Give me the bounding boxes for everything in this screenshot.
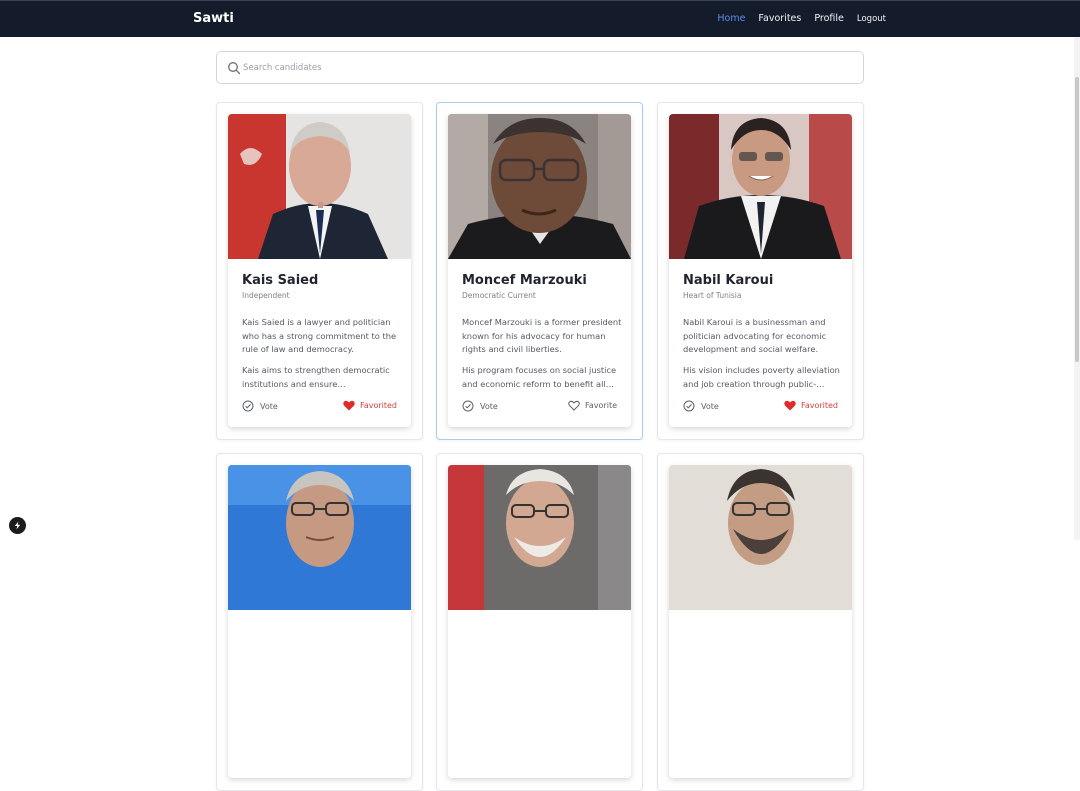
favorite-button[interactable]: Favorite xyxy=(568,400,617,411)
candidate-card[interactable]: Moncef Marzouki Democratic Current Monce… xyxy=(436,102,643,440)
candidate-photo xyxy=(228,114,411,259)
vote-button[interactable]: Vote xyxy=(242,400,278,412)
candidate-card-body xyxy=(448,465,631,778)
vote-button[interactable]: Vote xyxy=(683,400,719,412)
candidate-card-body: Kais Saied Independent Kais Saied is a l… xyxy=(228,114,411,427)
favorite-label: Favorited xyxy=(359,401,397,410)
candidate-photo xyxy=(669,465,852,610)
candidate-card[interactable] xyxy=(657,453,864,791)
candidate-card[interactable] xyxy=(216,453,423,791)
check-circle-icon xyxy=(242,400,254,412)
favorite-label: Favorited xyxy=(800,401,838,410)
check-circle-icon xyxy=(462,400,474,412)
candidate-card[interactable] xyxy=(436,453,643,791)
candidate-photo xyxy=(448,114,631,259)
candidate-card-body xyxy=(228,465,411,778)
scrollbar-thumb[interactable] xyxy=(1075,77,1079,362)
candidate-name: Nabil Karoui xyxy=(683,273,774,288)
search-input[interactable] xyxy=(243,58,843,78)
favorite-button[interactable]: Favorited xyxy=(784,400,838,411)
nav-home-link[interactable]: Home xyxy=(717,13,745,24)
candidate-description: Kais Saied is a lawyer and politician wh… xyxy=(242,317,397,354)
candidate-photo xyxy=(448,465,631,610)
vote-label: Vote xyxy=(480,401,498,411)
page-scrollbar[interactable] xyxy=(1074,37,1080,540)
heart-outline-icon xyxy=(568,400,580,411)
lightning-icon xyxy=(14,521,21,530)
devtools-badge[interactable] xyxy=(9,517,26,534)
heart-filled-icon xyxy=(343,400,355,411)
check-circle-icon xyxy=(683,400,695,412)
vote-button[interactable]: Vote xyxy=(462,400,498,412)
candidate-card-body xyxy=(669,465,852,778)
candidate-program: His vision includes poverty alleviation … xyxy=(683,365,840,389)
candidate-card[interactable]: Nabil Karoui Heart of Tunisia Nabil Karo… xyxy=(657,102,864,440)
candidate-card-body: Nabil Karoui Heart of Tunisia Nabil Karo… xyxy=(669,114,852,427)
nav-profile-link[interactable]: Profile xyxy=(814,13,844,24)
heart-filled-icon xyxy=(784,400,796,411)
favorite-button[interactable]: Favorited xyxy=(343,400,397,411)
candidate-party: Heart of Tunisia xyxy=(683,291,742,300)
favorite-label: Favorite xyxy=(585,401,617,410)
candidate-program: His program focuses on social justice an… xyxy=(462,365,617,389)
candidate-card-body: Moncef Marzouki Democratic Current Monce… xyxy=(448,114,631,427)
candidate-description: Nabil Karoui is a businessman and politi… xyxy=(683,317,827,354)
logout-link[interactable]: Logout xyxy=(857,14,886,24)
candidate-photo xyxy=(228,465,411,610)
top-navbar: Sawti Home Favorites Profile Logout xyxy=(0,0,1080,37)
search-bar xyxy=(216,51,864,84)
vote-label: Vote xyxy=(701,401,719,411)
candidate-party: Independent xyxy=(242,291,290,300)
candidate-card[interactable]: Kais Saied Independent Kais Saied is a l… xyxy=(216,102,423,440)
nav-links: Home Favorites Profile Logout xyxy=(704,13,886,24)
candidate-program: Kais aims to strengthen democratic insti… xyxy=(242,365,390,389)
search-icon xyxy=(228,62,241,75)
candidate-name: Moncef Marzouki xyxy=(462,273,587,288)
candidate-photo xyxy=(669,114,852,259)
app-brand[interactable]: Sawti xyxy=(193,11,234,26)
candidate-party: Democratic Current xyxy=(462,291,536,300)
candidate-name: Kais Saied xyxy=(242,273,319,288)
nav-favorites-link[interactable]: Favorites xyxy=(758,13,801,24)
vote-label: Vote xyxy=(260,401,278,411)
candidate-description: Moncef Marzouki is a former president kn… xyxy=(462,317,622,354)
